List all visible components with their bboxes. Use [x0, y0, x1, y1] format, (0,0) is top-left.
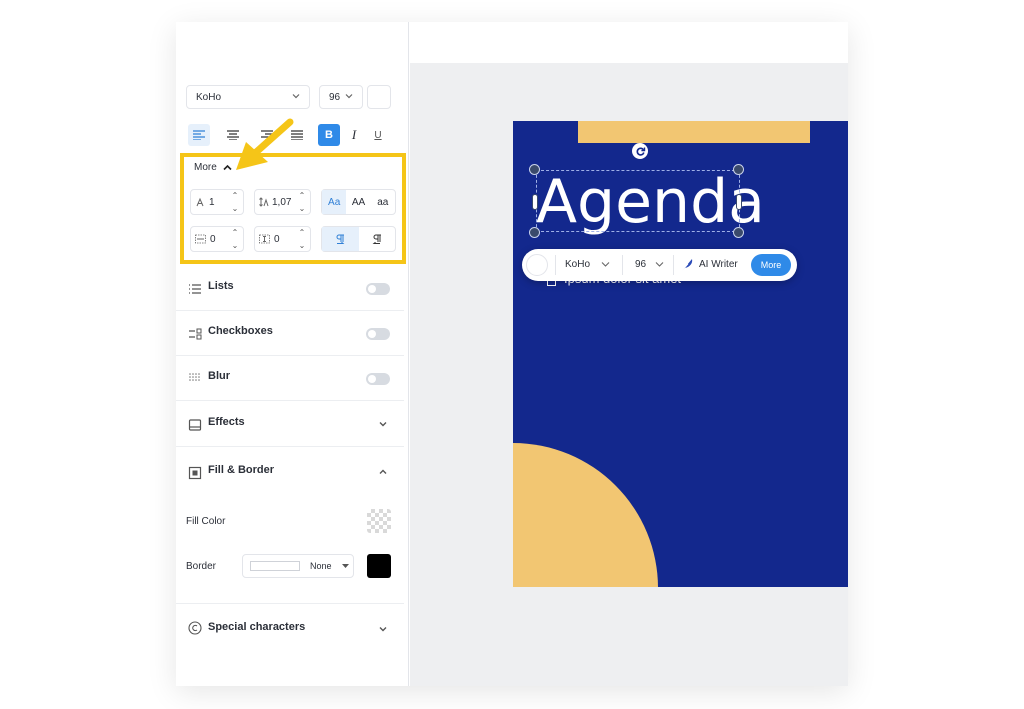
paragraph-rtl-icon: [372, 234, 381, 244]
fill-border-row[interactable]: Fill & Border: [176, 451, 404, 495]
caret-down-icon: [342, 564, 349, 568]
floating-text-toolbar: KoHo 96 AI Writer More: [522, 249, 797, 281]
letter-spacing-stepper[interactable]: 1 ⌃ ⌄: [190, 189, 244, 215]
align-left-button[interactable]: [188, 124, 210, 146]
resize-handle-bottom-right[interactable]: [733, 227, 744, 238]
letter-spacing-value: 1: [209, 196, 215, 208]
italic-button[interactable]: I: [343, 124, 365, 146]
text-properties-sidebar: KoHo 96 B I U More 1 ⌃ ⌄ 1,07 ⌃ ⌄ Aa AA …: [176, 22, 409, 686]
border-label: Border: [186, 561, 217, 572]
paragraph-spacing-stepper[interactable]: 0 ⌃ ⌄: [190, 226, 244, 252]
text-color-swatch[interactable]: [367, 85, 391, 109]
resize-handle-bottom-left[interactable]: [529, 227, 540, 238]
resize-handle-top-left[interactable]: [529, 164, 540, 175]
border-color-swatch[interactable]: [367, 554, 391, 578]
chevron-down-icon: [655, 262, 664, 267]
indent-icon: [259, 234, 270, 244]
stepper-arrows[interactable]: ⌃ ⌄: [296, 228, 308, 250]
font-size-select[interactable]: 96: [319, 85, 363, 109]
list-icon: [189, 284, 201, 294]
chevron-down-icon: [345, 94, 353, 99]
fill-color-swatch[interactable]: [367, 509, 391, 533]
text-indent-stepper[interactable]: 0 ⌃ ⌄: [254, 226, 311, 252]
text-direction-toggle[interactable]: [321, 226, 396, 252]
font-size-value: 96: [329, 91, 341, 103]
effects-label: Effects: [208, 416, 245, 428]
toolbar-font-label[interactable]: KoHo: [565, 259, 590, 270]
more-label: More: [194, 162, 217, 173]
resize-handle-left[interactable]: [532, 194, 538, 210]
editor-window: KoHo 96 B I U More 1 ⌃ ⌄ 1,07 ⌃ ⌄ Aa AA …: [176, 22, 848, 686]
text-indent-value: 0: [274, 233, 280, 245]
stepper-arrows[interactable]: ⌃ ⌄: [229, 228, 241, 250]
ltr-option[interactable]: [322, 227, 359, 251]
underline-button[interactable]: U: [367, 124, 389, 146]
effects-icon: [188, 419, 202, 431]
stepper-arrows[interactable]: ⌃ ⌄: [296, 191, 308, 213]
chevron-down-icon: [292, 94, 300, 99]
ai-writer-button[interactable]: AI Writer: [699, 259, 738, 270]
corner-shape: [513, 443, 658, 587]
fill-border-label: Fill & Border: [208, 464, 275, 476]
letter-spacing-icon: [196, 197, 204, 207]
text-selection-box: [536, 170, 740, 232]
spacing-icon: [195, 234, 206, 244]
chevron-down-icon: [601, 262, 610, 267]
checkboxes-toggle[interactable]: [366, 328, 390, 340]
feather-pen-icon: [681, 259, 693, 272]
lists-toggle[interactable]: [366, 283, 390, 295]
resize-handle-top-right[interactable]: [733, 164, 744, 175]
line-height-icon: [259, 197, 269, 207]
border-style-select[interactable]: None: [242, 554, 354, 578]
special-characters-row[interactable]: Special characters: [176, 603, 404, 651]
case-option-upper[interactable]: AA: [346, 190, 370, 214]
border-style-value: None: [310, 561, 332, 571]
lists-row[interactable]: Lists: [176, 267, 404, 311]
blur-icon: [189, 373, 200, 381]
callout-arrow-icon: [236, 118, 294, 170]
special-characters-label: Special characters: [208, 621, 306, 633]
rotate-handle-icon[interactable]: [632, 143, 648, 159]
case-option-title[interactable]: Aa: [322, 190, 347, 214]
paragraph-ltr-icon: [336, 234, 345, 244]
top-accent-bar: [578, 121, 810, 143]
paragraph-spacing-value: 0: [210, 233, 216, 245]
text-case-toggle[interactable]: Aa AA aa: [321, 189, 396, 215]
rtl-option[interactable]: [359, 227, 396, 251]
toolbar-size-label[interactable]: 96: [635, 259, 646, 270]
border-preview: [250, 561, 300, 571]
poster-canvas[interactable]: Agenda Ipsum dolor sit amet: [513, 121, 848, 587]
blur-toggle[interactable]: [366, 373, 390, 385]
chevron-up-icon[interactable]: [378, 467, 388, 477]
chevron-down-icon[interactable]: [378, 419, 388, 429]
blur-row[interactable]: Blur: [176, 357, 404, 401]
chevron-down-icon[interactable]: [378, 624, 388, 634]
checkbox-list-icon: [189, 328, 202, 340]
more-toggle[interactable]: More: [194, 162, 232, 173]
canvas-top-bar: [410, 22, 848, 63]
align-left-icon: [193, 130, 205, 140]
color-picker-circle[interactable]: [526, 254, 548, 276]
checkboxes-label: Checkboxes: [208, 325, 273, 337]
fill-color-label: Fill Color: [186, 516, 226, 527]
line-height-stepper[interactable]: 1,07 ⌃ ⌄: [254, 189, 311, 215]
checkboxes-row[interactable]: Checkboxes: [176, 312, 404, 356]
effects-row[interactable]: Effects: [176, 403, 404, 447]
font-family-value: KoHo: [196, 91, 222, 103]
copyright-icon: [188, 621, 202, 635]
resize-handle-right[interactable]: [736, 194, 742, 210]
line-height-value: 1,07: [272, 196, 292, 208]
blur-label: Blur: [208, 370, 230, 382]
font-family-select[interactable]: KoHo: [186, 85, 310, 109]
more-button[interactable]: More: [751, 254, 791, 276]
case-option-lower[interactable]: aa: [371, 190, 395, 214]
bold-button[interactable]: B: [318, 124, 340, 146]
stepper-arrows[interactable]: ⌃ ⌄: [229, 191, 241, 213]
chevron-up-icon: [223, 164, 232, 171]
fill-border-icon: [188, 466, 202, 480]
lists-label: Lists: [208, 280, 234, 292]
